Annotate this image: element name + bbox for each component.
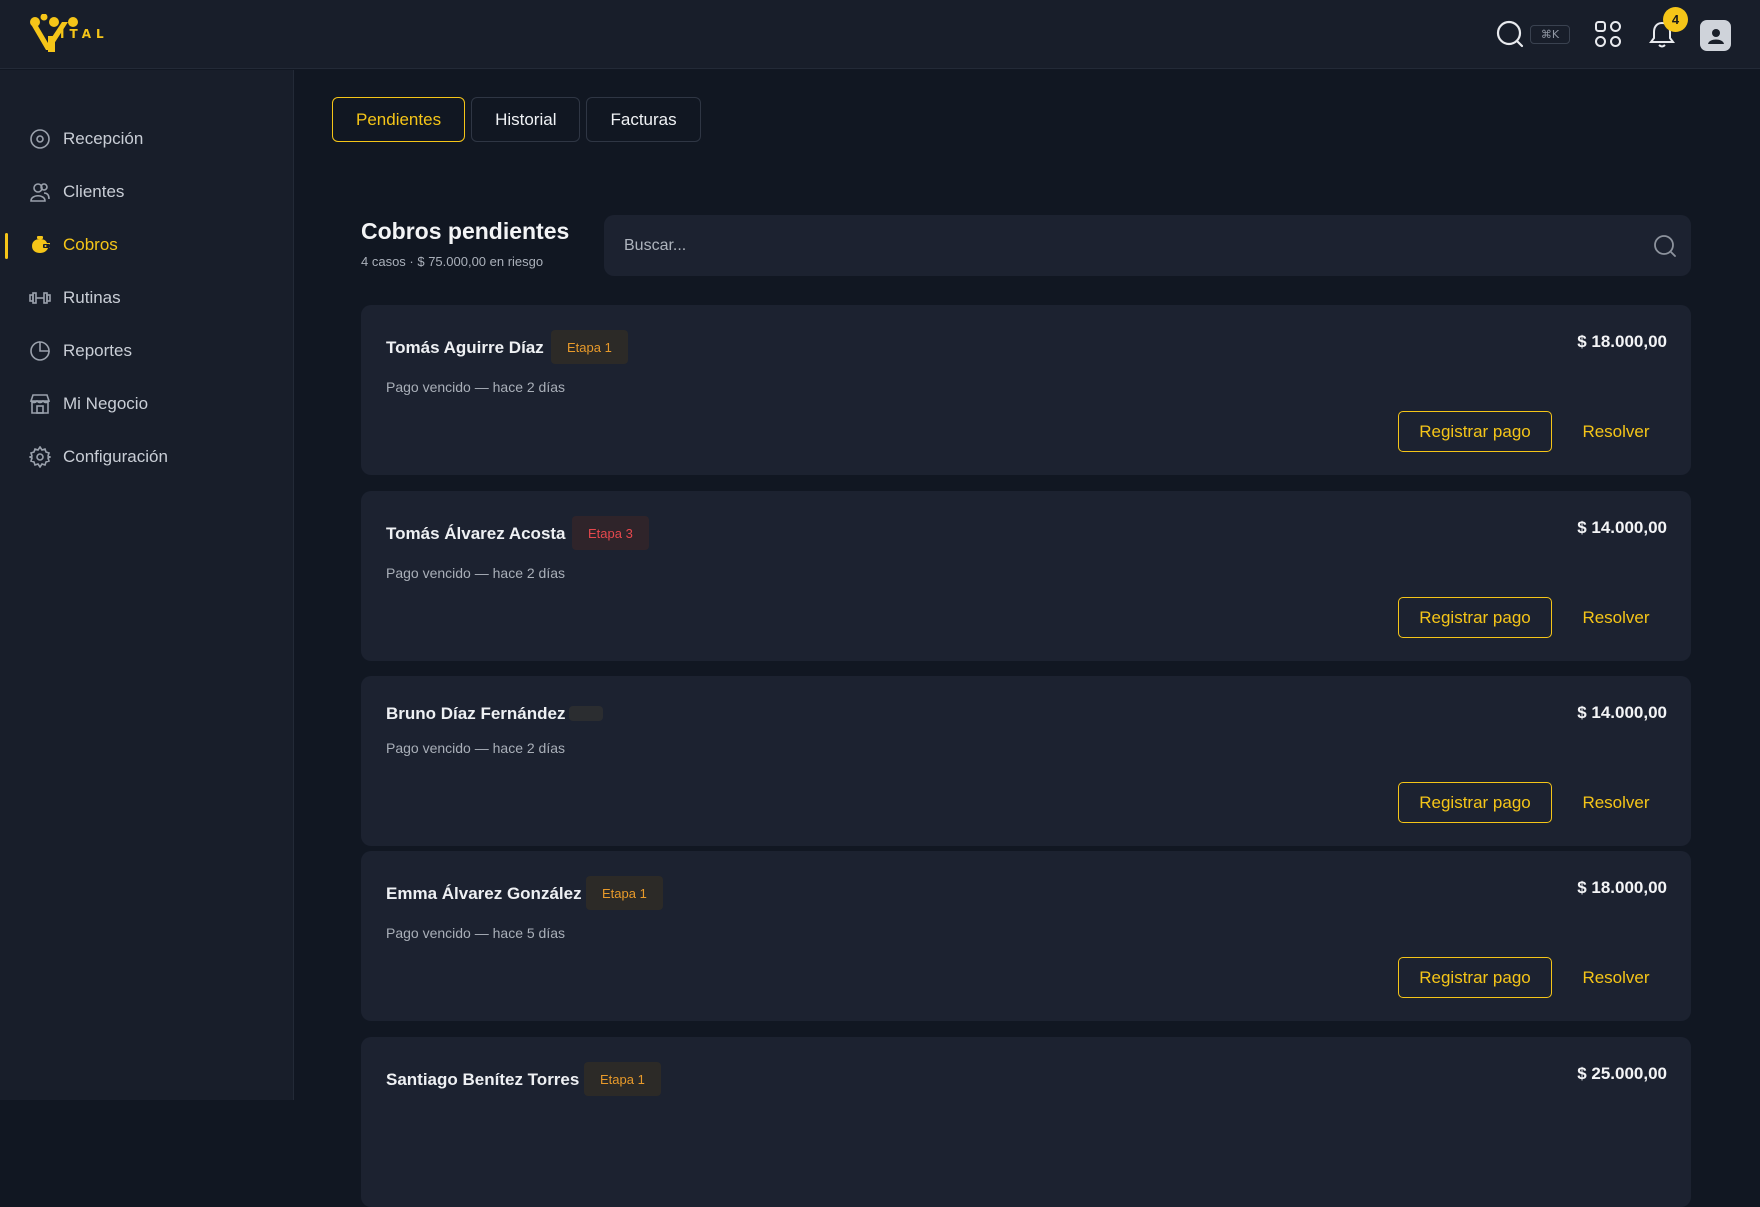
payment-status: Pago vencido — hace 2 días: [386, 565, 566, 581]
notification-count-badge: 4: [1663, 7, 1688, 32]
pie-chart-icon: [29, 340, 51, 362]
resolve-button[interactable]: Resolver: [1566, 782, 1666, 823]
client-name: Santiago Benítez Torres: [386, 1070, 580, 1089]
search-box: [604, 215, 1691, 276]
tab-historial[interactable]: Historial: [471, 97, 581, 142]
gear-icon: [29, 446, 51, 468]
logo-text: ITAL: [60, 27, 109, 41]
resolve-button[interactable]: Resolver: [1566, 597, 1666, 638]
active-indicator: [5, 233, 8, 259]
sidebar-item-rutinas[interactable]: Rutinas: [0, 276, 294, 320]
tab-pendientes[interactable]: Pendientes: [332, 97, 466, 142]
sidebar-item-label: Clientes: [63, 182, 125, 201]
client-name: Emma Álvarez González: [386, 884, 582, 903]
stage-badge: Etapa 1: [551, 330, 628, 364]
tab-bar: Pendientes Historial Facturas: [332, 97, 701, 142]
clients-icon: [29, 181, 51, 203]
amount: $ 18.000,00: [1577, 332, 1667, 351]
register-payment-button[interactable]: Registrar pago: [1398, 957, 1552, 998]
page-title: Cobros pendientes: [361, 218, 570, 244]
stage-badge: Etapa 1: [586, 876, 663, 910]
payment-status: Pago vencido — hace 2 días: [386, 740, 566, 756]
piggy-bank-icon: [29, 234, 51, 256]
amount: $ 18.000,00: [1577, 878, 1667, 897]
client-name: Tomás Aguirre Díaz: [386, 338, 544, 357]
stage-badge: Etapa 1: [584, 1062, 661, 1096]
register-payment-button[interactable]: Registrar pago: [1398, 782, 1552, 823]
register-payment-button[interactable]: Registrar pago: [1398, 411, 1552, 452]
page-subtitle: 4 casos · $ 75.000,00 en riesgo: [361, 254, 544, 269]
sidebar-item-reportes[interactable]: Reportes: [0, 329, 294, 373]
search-input[interactable]: [624, 215, 1624, 276]
search-icon[interactable]: [1495, 19, 1525, 49]
apps-grid-icon[interactable]: [1594, 20, 1622, 48]
payment-status: Pago vencido — hace 5 días: [386, 925, 566, 941]
stage-badge: Etapa 3: [572, 516, 649, 550]
list-item: Santiago Benítez Torres Etapa 1 $ 25.000…: [361, 1037, 1691, 1207]
register-payment-button[interactable]: Registrar pago: [1398, 597, 1552, 638]
sidebar-item-configuracion[interactable]: Configuración: [0, 435, 294, 479]
client-name: Bruno Díaz Fernández: [386, 704, 566, 723]
sidebar-item-label: Configuración: [63, 447, 168, 466]
sidebar-item-label: Cobros: [63, 235, 118, 254]
sidebar-item-label: Mi Negocio: [63, 394, 149, 413]
resolve-button[interactable]: Resolver: [1566, 957, 1666, 998]
dumbbell-icon: [29, 287, 51, 309]
sidebar-item-label: Recepción: [63, 129, 144, 148]
stage-badge: [569, 706, 603, 721]
sidebar: Recepción Clientes Cobros Rutinas Report…: [0, 70, 294, 1100]
amount: $ 14.000,00: [1577, 703, 1667, 722]
sidebar-item-label: Rutinas: [63, 288, 121, 307]
amount: $ 14.000,00: [1577, 518, 1667, 537]
sidebar-item-recepcion[interactable]: Recepción: [0, 117, 294, 161]
user-avatar[interactable]: [1700, 20, 1731, 51]
sidebar-item-clientes[interactable]: Clientes: [0, 170, 294, 214]
sidebar-item-mi-negocio[interactable]: Mi Negocio: [0, 382, 294, 426]
search-icon[interactable]: [1653, 234, 1677, 258]
resolve-button[interactable]: Resolver: [1566, 411, 1666, 452]
sidebar-item-cobros[interactable]: Cobros: [0, 223, 294, 267]
tab-facturas[interactable]: Facturas: [586, 97, 701, 142]
list-item: Emma Álvarez González Etapa 1 Pago venci…: [361, 851, 1691, 1021]
list-item: Tomás Aguirre Díaz Etapa 1 Pago vencido …: [361, 305, 1691, 475]
search-shortcut-hint: ⌘K: [1530, 25, 1570, 44]
list-item: Tomás Álvarez Acosta Etapa 3 Pago vencid…: [361, 491, 1691, 661]
client-name: Tomás Álvarez Acosta: [386, 524, 566, 543]
reception-icon: [29, 128, 51, 150]
top-bar: ITAL ⌘K 4: [0, 0, 1760, 69]
list-item: Bruno Díaz Fernández Pago vencido — hace…: [361, 676, 1691, 846]
store-icon: [29, 393, 51, 415]
sidebar-item-label: Reportes: [63, 341, 132, 360]
user-icon: [1707, 28, 1724, 44]
payment-status: Pago vencido — hace 2 días: [386, 379, 566, 395]
amount: $ 25.000,00: [1577, 1064, 1667, 1083]
